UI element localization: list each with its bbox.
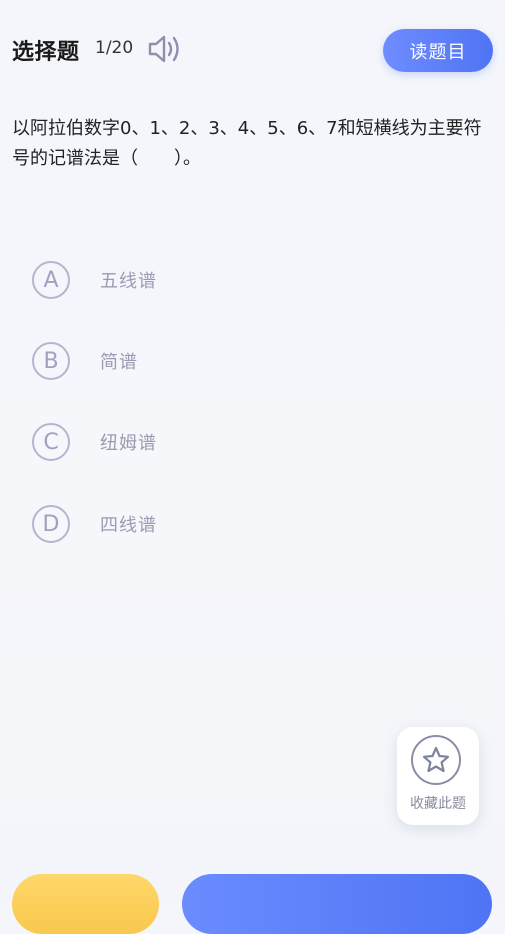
- option-label: 简谱: [100, 352, 138, 373]
- favorite-label: 收藏此题: [410, 796, 466, 812]
- page-title: 选择题: [12, 40, 80, 65]
- option-d[interactable]: D 四线谱: [32, 502, 332, 546]
- option-c[interactable]: C 纽姆谱: [32, 420, 332, 464]
- favorite-button[interactable]: 收藏此题: [397, 727, 479, 825]
- option-label: 四线谱: [100, 515, 157, 536]
- option-letter: A: [32, 261, 70, 299]
- option-label: 五线谱: [100, 271, 157, 292]
- option-letter: D: [32, 505, 70, 543]
- question-text: 以阿拉伯数字0、1、2、3、4、5、6、7和短横线为主要符号的记谱法是（ ）。: [12, 118, 482, 169]
- option-a[interactable]: A 五线谱: [32, 258, 332, 302]
- option-letter: C: [32, 423, 70, 461]
- option-label: 纽姆谱: [100, 433, 157, 454]
- question-progress: 1/20: [95, 38, 134, 58]
- header: 选择题 1/20 读题目: [0, 0, 505, 100]
- option-letter: B: [32, 342, 70, 380]
- option-b[interactable]: B 简谱: [32, 339, 332, 383]
- star-icon: [411, 735, 461, 785]
- read-question-button[interactable]: 读题目: [383, 29, 493, 72]
- bottom-right-button[interactable]: [182, 874, 492, 934]
- speaker-icon[interactable]: [146, 31, 184, 67]
- bottom-left-button[interactable]: [12, 874, 159, 934]
